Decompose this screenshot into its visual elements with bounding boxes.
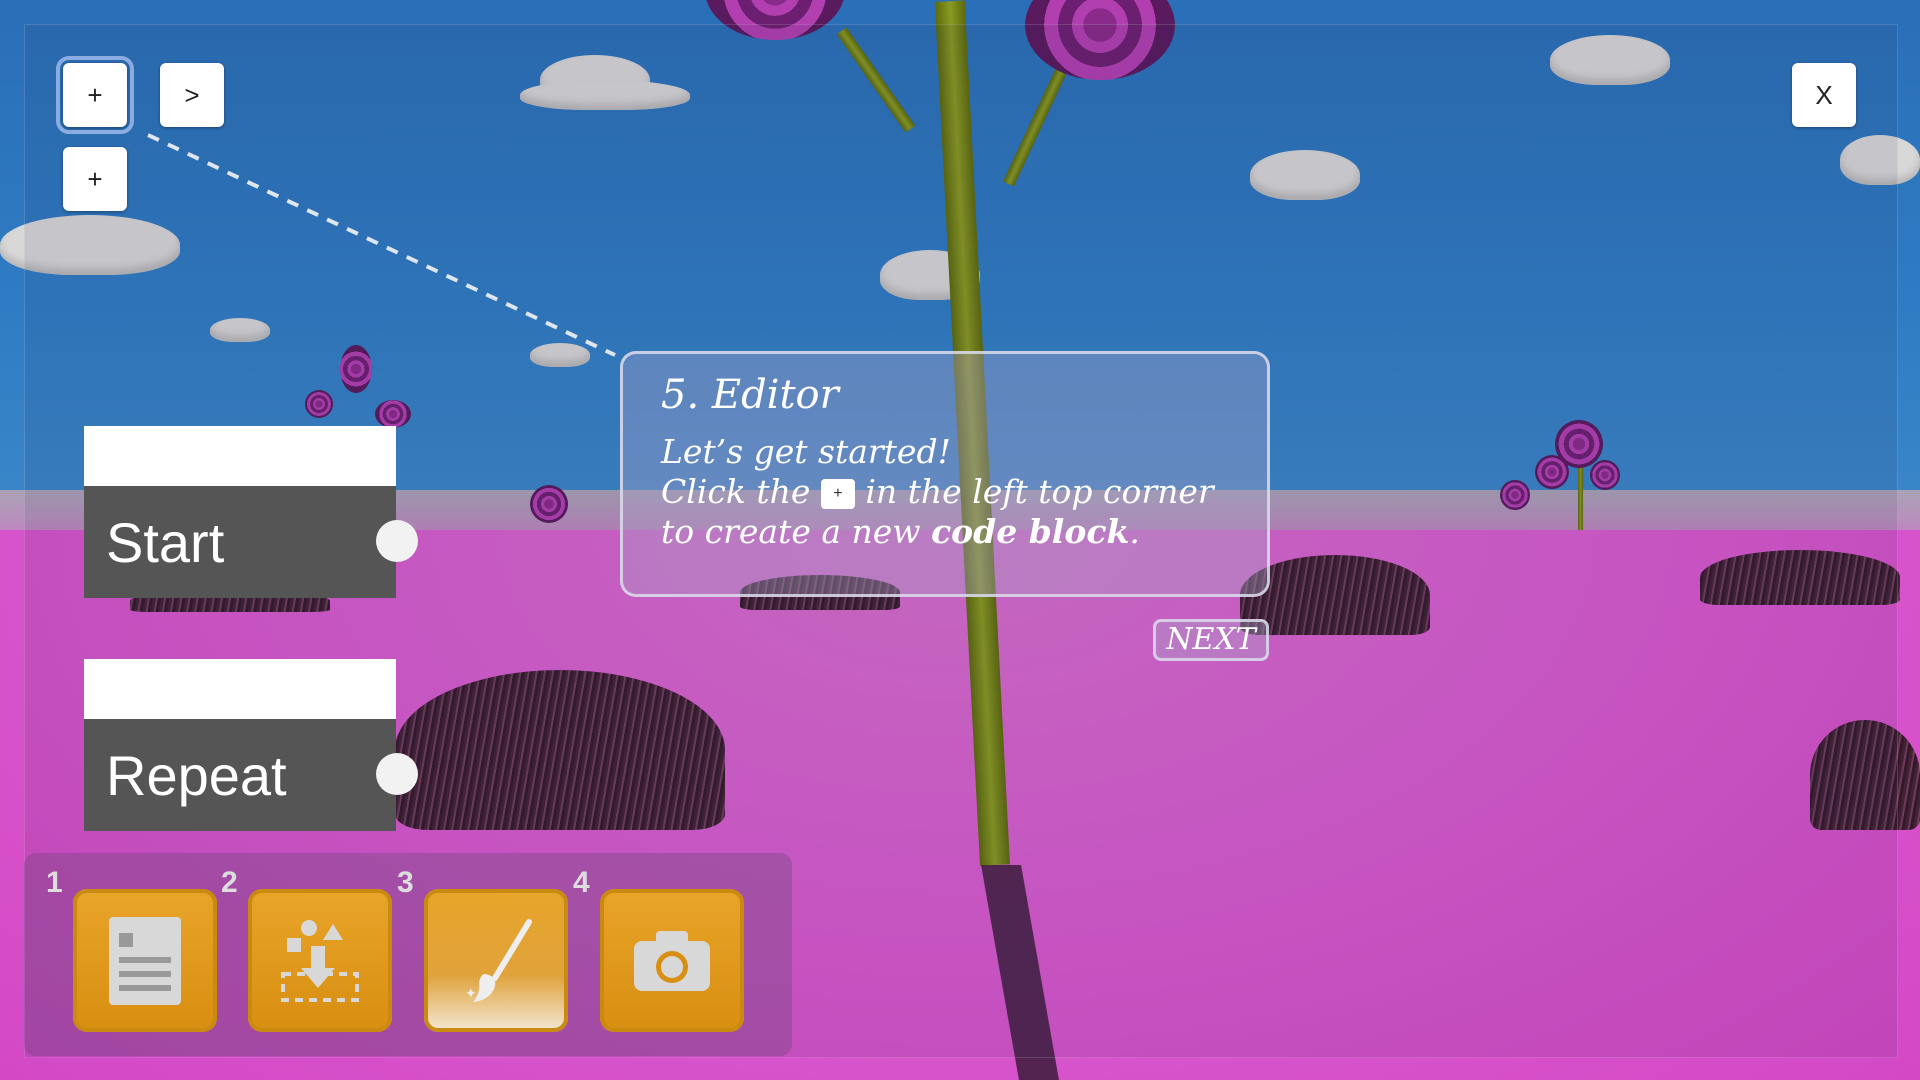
code-block-start[interactable]: Start <box>84 426 418 598</box>
tutorial-emphasis: code block <box>931 512 1130 551</box>
connector-knob[interactable] <box>376 753 418 795</box>
tutorial-text: to create a new <box>661 512 921 551</box>
camera-icon <box>634 930 710 991</box>
tool-hotkey-number: 4 <box>573 866 590 899</box>
tutorial-title: 5. Editor <box>661 372 839 418</box>
tutorial-line-2: Click the + in the left top corner <box>661 472 1229 512</box>
tutorial-text: . <box>1129 512 1140 551</box>
code-block-header[interactable] <box>84 426 396 486</box>
document-icon <box>109 916 181 1005</box>
code-block-repeat[interactable]: Repeat <box>84 659 418 831</box>
tutorial-line-3: to create a new code block. <box>661 512 1229 552</box>
code-block-body[interactable]: Start <box>84 486 418 598</box>
tool-hotkey-number: 1 <box>46 866 63 899</box>
tutorial-dialog: 5. Editor Let’s get started! Click the +… <box>620 351 1270 597</box>
tool-hotkey-number: 3 <box>397 866 414 899</box>
tutorial-text: in the left top corner <box>865 472 1214 511</box>
place-object-icon <box>281 919 359 1002</box>
code-block-header[interactable] <box>84 659 396 719</box>
svg-text:✦: ✦ <box>465 985 477 1001</box>
tutorial-line-1: Let’s get started! <box>661 432 951 471</box>
tutorial-text: Click the <box>661 472 811 511</box>
plus-icon: + <box>820 479 855 509</box>
code-block-body[interactable]: Repeat <box>84 719 418 831</box>
tool-hotkey-number: 2 <box>221 866 238 899</box>
tool-place-object-button[interactable] <box>248 889 392 1032</box>
code-block-label: Start <box>106 510 225 574</box>
code-block-label: Repeat <box>106 743 287 807</box>
connector-knob[interactable] <box>376 520 418 562</box>
tool-camera-button[interactable] <box>600 889 744 1032</box>
tool-paint-button[interactable]: ✦ <box>424 889 568 1032</box>
tutorial-next-button[interactable]: NEXT <box>1153 619 1269 661</box>
paint-brush-icon: ✦ <box>465 918 532 1002</box>
tool-document-button[interactable] <box>73 889 217 1032</box>
